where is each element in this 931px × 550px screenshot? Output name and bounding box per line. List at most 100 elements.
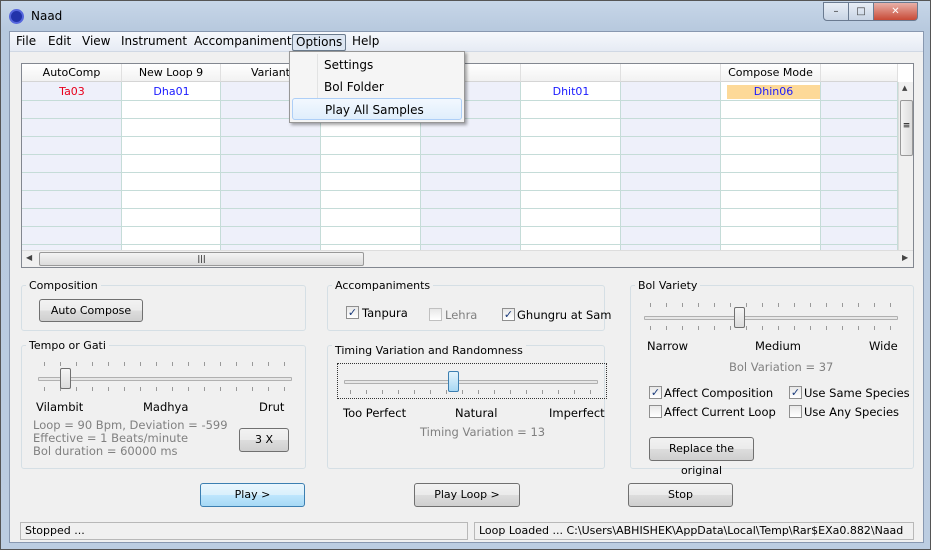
tempo-mid-label: Madhya (143, 400, 189, 414)
grid-column (122, 82, 221, 250)
tempo-multiplier-button[interactable]: 3 X (239, 428, 289, 452)
variety-slider-track[interactable] (644, 316, 898, 320)
minimize-button[interactable]: – (823, 2, 849, 21)
timing-left-label: Too Perfect (343, 406, 407, 420)
lehra-label: Lehra (445, 308, 478, 322)
grid-header[interactable]: AutoComp (22, 64, 122, 82)
timing-label: Timing Variation and Randomness (332, 344, 526, 357)
affect-loop-checkbox[interactable] (649, 405, 662, 418)
scroll-up-icon[interactable]: ▲ (902, 84, 907, 92)
status-right: Loop Loaded ... C:\Users\ABHISHEK\AppDat… (474, 522, 914, 540)
close-button[interactable]: ✕ (873, 2, 918, 21)
timing-slider-track[interactable] (344, 380, 598, 384)
tempo-slider-track[interactable] (38, 377, 292, 381)
grid-cell[interactable] (821, 83, 898, 100)
grid-column (821, 82, 898, 250)
grid-header[interactable] (821, 64, 898, 82)
grid-row-line (22, 208, 900, 209)
grid-header[interactable]: New Loop 9 (122, 64, 221, 82)
grid-header[interactable]: Compose Mode (721, 64, 821, 82)
options-dropdown-menu: Settings Bol Folder Play All Samples (289, 51, 465, 123)
window-title: Naad (31, 9, 63, 23)
menu-edit[interactable]: Edit (45, 34, 74, 51)
tempo-info-duration: Bol duration = 60000 ms (33, 444, 178, 458)
vertical-scrollbar[interactable]: ▲ ≡ (898, 82, 913, 250)
lehra-checkbox[interactable] (429, 308, 442, 321)
tempo-slider-thumb[interactable] (59, 368, 71, 389)
ghungru-label: Ghungru at Sam (517, 308, 612, 322)
grid-row-line (22, 154, 900, 155)
tempo-info-effective: Effective = 1 Beats/minute (33, 431, 189, 445)
tempo-right-label: Drut (259, 400, 285, 414)
grid-cell[interactable]: Dha01 (122, 83, 221, 100)
menu-bar: File Edit View Instrument Accompaniment … (10, 32, 923, 52)
menu-options[interactable]: Options (292, 34, 347, 51)
grid-column (721, 82, 821, 250)
auto-compose-button[interactable]: Auto Compose (39, 299, 143, 322)
maximize-button[interactable]: □ (848, 2, 874, 21)
grid-column (621, 82, 721, 250)
variety-readout: Bol Variation = 37 (729, 360, 834, 374)
grid-header[interactable] (521, 64, 621, 82)
accompaniments-label: Accompaniments (332, 279, 434, 292)
timing-slider-thumb[interactable] (448, 371, 460, 392)
grid-row-line (22, 172, 900, 173)
variety-left-label: Narrow (647, 339, 689, 353)
timing-mid-label: Natural (455, 406, 498, 420)
menu-instrument[interactable]: Instrument (118, 34, 190, 51)
replace-original-button[interactable]: Replace the original (649, 437, 754, 477)
tempo-ticks (44, 387, 294, 391)
variety-mid-label: Medium (755, 339, 801, 353)
grid-row-line (22, 244, 900, 245)
menu-item-play-all-samples[interactable]: Play All Samples (292, 98, 462, 120)
scroll-thumb[interactable]: ≡ (900, 100, 913, 156)
timing-readout: Timing Variation = 13 (420, 425, 546, 439)
variety-right-label: Wide (869, 339, 898, 353)
tempo-label: Tempo or Gati (26, 339, 109, 352)
status-left: Stopped ... (20, 522, 468, 540)
menu-item-settings[interactable]: Settings (292, 54, 462, 76)
menu-item-bol-folder[interactable]: Bol Folder (292, 76, 462, 98)
tempo-left-label: Vilambit (36, 400, 84, 414)
play-button[interactable]: Play > (200, 483, 305, 507)
scroll-left-icon[interactable]: ◀ (26, 253, 32, 262)
timing-right-label: Imperfect (549, 406, 605, 420)
any-species-checkbox[interactable] (789, 405, 802, 418)
tanpura-label: Tanpura (362, 306, 408, 320)
variety-ticks (650, 326, 900, 330)
grid-cell[interactable]: Dhin06 (727, 85, 820, 99)
affect-composition-label: Affect Composition (664, 386, 774, 400)
scroll-right-icon[interactable]: ▶ (902, 253, 908, 262)
tempo-ticks (44, 362, 294, 366)
bol-grid[interactable]: AutoComp Ta03 New Loop 9 Dha01 Variant Dhit01… (21, 63, 914, 268)
menu-view[interactable]: View (79, 34, 113, 51)
client-area: File Edit View Instrument Accompaniment … (9, 31, 924, 543)
grid-row-line (22, 226, 900, 227)
hscroll-thumb[interactable]: ||| (39, 252, 364, 266)
tanpura-checkbox[interactable]: ✓ (346, 306, 359, 319)
stop-button[interactable]: Stop (628, 483, 733, 507)
main-window: Naad – □ ✕ File Edit View Instrument Acc… (0, 0, 931, 550)
timing-ticks (350, 390, 600, 394)
grid-cell[interactable] (621, 83, 721, 100)
menu-accompaniment[interactable]: Accompaniment (191, 34, 295, 51)
ghungru-checkbox[interactable]: ✓ (502, 308, 515, 321)
grid-row-line (22, 190, 900, 191)
grid-cell[interactable]: Ta03 (22, 83, 122, 100)
tempo-info-loop: Loop = 90 Bpm, Deviation = -599 (33, 418, 228, 432)
grid-header[interactable] (621, 64, 721, 82)
variety-slider-thumb[interactable] (733, 307, 745, 328)
grid-column (521, 82, 621, 250)
affect-loop-label: Affect Current Loop (664, 405, 776, 419)
grid-row-line (22, 136, 900, 137)
variety-ticks (650, 303, 900, 307)
horizontal-scrollbar[interactable]: ◀ ||| ▶ (22, 250, 913, 267)
grid-column (22, 82, 122, 250)
affect-composition-checkbox[interactable]: ✓ (649, 386, 662, 399)
any-species-label: Use Any Species (804, 405, 900, 419)
menu-file[interactable]: File (13, 34, 39, 51)
same-species-checkbox[interactable]: ✓ (789, 386, 802, 399)
menu-help[interactable]: Help (349, 34, 382, 51)
play-loop-button[interactable]: Play Loop > (414, 483, 520, 507)
grid-cell[interactable]: Dhit01 (521, 83, 621, 100)
